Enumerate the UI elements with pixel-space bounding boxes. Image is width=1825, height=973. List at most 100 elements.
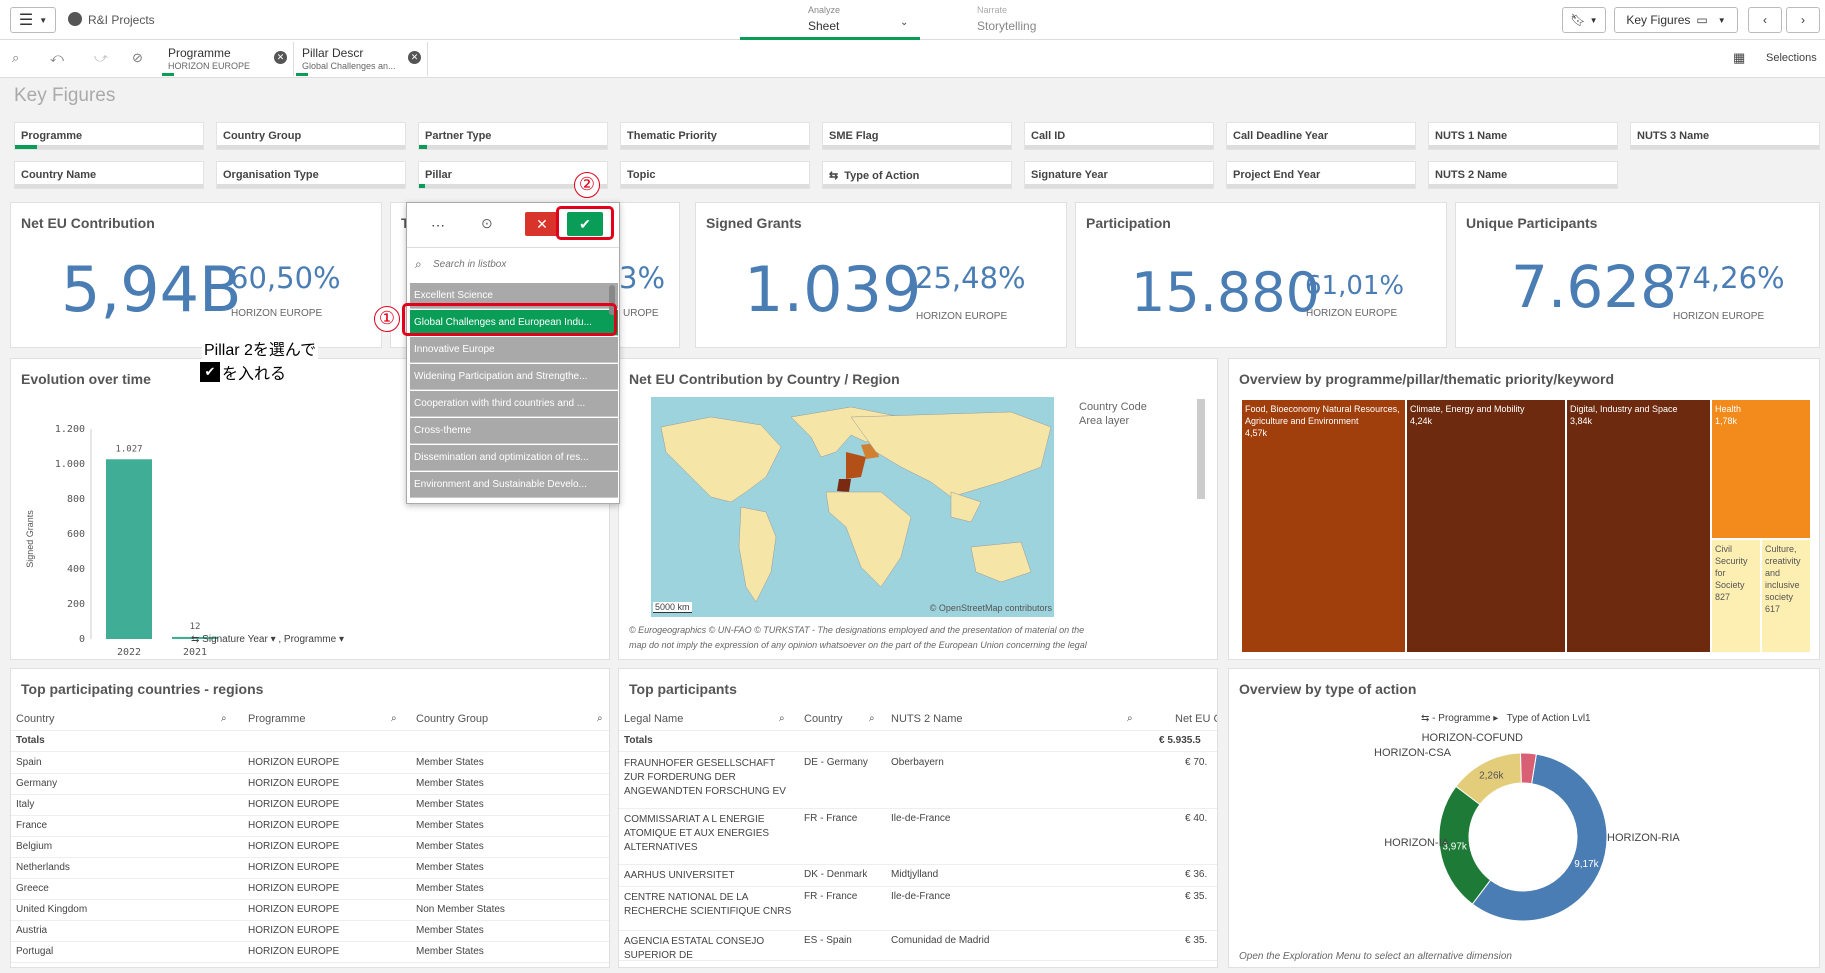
table-row[interactable]: FRAUNHOFER GESELLSCHAFT ZUR FORDERUNG DE… <box>619 753 1217 809</box>
header-net-eu[interactable]: Net EU C <box>1175 713 1217 725</box>
main-menu-button[interactable]: ☰ ▼ <box>10 7 56 33</box>
table-row[interactable]: Austria HORIZON EUROPE Member States <box>11 921 609 942</box>
filter-topic[interactable]: Topic <box>620 161 810 189</box>
filter-type-of-action[interactable]: ⇆ Type of Action <box>822 161 1012 189</box>
table-row[interactable]: France HORIZON EUROPE Member States <box>11 816 609 837</box>
more-options-icon[interactable]: ⋯ <box>431 217 445 234</box>
legend-scrollbar[interactable] <box>1197 399 1205 499</box>
filter-signature-year[interactable]: Signature Year <box>1024 161 1214 189</box>
treemap-cell[interactable]: Climate, Energy and Mobility 4,24k <box>1406 399 1566 653</box>
step-back-icon[interactable]: ⤺ <box>50 50 64 66</box>
filter-partner-type[interactable]: Partner Type <box>418 122 608 150</box>
bar[interactable] <box>106 459 152 639</box>
filter-sme-flag[interactable]: SME Flag <box>822 122 1012 150</box>
bookmark-button[interactable]: 🔖︎ ▼ <box>1562 7 1606 33</box>
listbox-search-input[interactable] <box>433 253 603 275</box>
action-panel[interactable]: Overview by type of action ⇆ - Programme… <box>1228 668 1820 968</box>
filter-nuts-2-name[interactable]: NUTS 2 Name <box>1428 161 1618 189</box>
kpi-unique-participants[interactable]: Unique Participants 7.628 74,26% HORIZON… <box>1455 202 1820 348</box>
treemap-cell[interactable]: Food, Bioeconomy Natural Resources, Agri… <box>1241 399 1406 653</box>
filter-project-end-year[interactable]: Project End Year <box>1226 161 1416 189</box>
table-row[interactable]: AARHUS UNIVERSITET DK - Denmark Midtjyllan… <box>619 865 1217 887</box>
listbox-item[interactable]: Cross-theme <box>410 418 618 444</box>
next-sheet-button[interactable]: › <box>1786 7 1820 33</box>
treemap-cell[interactable]: Culture, creativity and inclusive societ… <box>1761 539 1811 653</box>
header-legal-name[interactable]: Legal Name <box>624 713 683 725</box>
selection-tool-icon[interactable]: ⊙ <box>481 215 493 232</box>
header-country-group[interactable]: Country Group <box>416 713 488 725</box>
previous-sheet-button[interactable]: ‹ <box>1748 7 1782 33</box>
header-country[interactable]: Country <box>16 713 55 725</box>
header-programme[interactable]: Programme <box>248 713 305 725</box>
filter-label: NUTS 2 Name <box>1435 169 1508 181</box>
header-country[interactable]: Country <box>804 713 843 725</box>
filter-programme[interactable]: Programme <box>14 122 204 150</box>
table-row[interactable]: Portugal HORIZON EUROPE Member States <box>11 942 609 963</box>
filter-country-group[interactable]: Country Group <box>216 122 406 150</box>
selections-icon[interactable]: ▦ <box>1733 50 1745 66</box>
listbox-item[interactable]: Dissemination and optimization of res... <box>410 445 618 471</box>
filter-call-id[interactable]: Call ID <box>1024 122 1214 150</box>
chevron-down-icon[interactable]: ⌄ <box>900 17 908 28</box>
tab-analyze[interactable]: Analyze Sheet ⌄ <box>740 0 920 40</box>
filter-nuts-3-name[interactable]: NUTS 3 Name <box>1630 122 1820 150</box>
table-row[interactable]: AGENCIA ESTATAL CONSEJO SUPERIOR DE ES - … <box>619 931 1217 961</box>
action-donut-chart[interactable]: 9,17k3,97k2,26kHORIZON-RIAHORIZON-IAHORI… <box>1229 729 1819 939</box>
selections-button[interactable]: Selections <box>1766 52 1817 64</box>
dimension-control[interactable]: ⇆ - Programme ▸ Type of Action Lvl1 <box>1421 713 1591 724</box>
search-icon[interactable]: ⌕ <box>597 713 603 724</box>
filter-country-name[interactable]: Country Name <box>14 161 204 189</box>
kpi-signed-grants[interactable]: Signed Grants 1.039 25,48% HORIZON EUROP… <box>695 202 1067 348</box>
tab-narrate[interactable]: Narrate Storytelling <box>925 0 1085 40</box>
listbox-item[interactable]: Innovative Europe <box>410 337 618 363</box>
search-icon[interactable]: ⌕ <box>779 713 785 724</box>
selection-chip-pillar[interactable]: Pillar Descr Global Challenges an... ✕ <box>296 42 428 76</box>
table-row[interactable]: United Kingdom HORIZON EUROPE Non Member S… <box>11 900 609 921</box>
header-nuts2[interactable]: NUTS 2 Name <box>891 713 963 725</box>
table-row[interactable]: COMMISSARIAT A L ENERGIE ATOMIQUE ET AUX… <box>619 809 1217 865</box>
panel-title: Top participants <box>629 681 737 697</box>
close-icon[interactable]: ✕ <box>408 51 421 64</box>
kpi-net-eu-contribution[interactable]: Net EU Contribution 5,94B 60,50% HORIZON… <box>10 202 382 348</box>
slice-name-label: HORIZON-RIA <box>1607 832 1680 844</box>
table-row[interactable]: CENTRE NATIONAL DE LA RECHERCHE SCIENTIF… <box>619 887 1217 931</box>
filter-thematic-priority[interactable]: Thematic Priority <box>620 122 810 150</box>
map-canvas[interactable]: 5000 km © OpenStreetMap contributors <box>651 397 1054 617</box>
smart-search-icon[interactable]: ⌕ <box>12 50 19 66</box>
treemap-chart[interactable]: Food, Bioeconomy Natural Resources, Agri… <box>1241 399 1811 653</box>
treemap-cell[interactable]: Health 1,78k <box>1711 399 1811 539</box>
selection-chip-programme[interactable]: Programme HORIZON EUROPE ✕ <box>162 42 294 76</box>
map-panel[interactable]: Net EU Contribution by Country / Region … <box>618 358 1218 660</box>
table-row[interactable]: Belgium HORIZON EUROPE Member States <box>11 837 609 858</box>
search-icon[interactable]: ⌕ <box>869 713 875 724</box>
treemap-panel[interactable]: Overview by programme/pillar/thematic pr… <box>1228 358 1820 660</box>
filter-nuts-1-name[interactable]: NUTS 1 Name <box>1428 122 1618 150</box>
sheet-selector[interactable]: Key Figures ▭ ▼ <box>1614 7 1738 33</box>
x-dimension-control[interactable]: ⇆ Signature Year ▾ , Programme ▾ <box>191 634 344 645</box>
search-icon[interactable]: ⌕ <box>221 713 227 724</box>
clear-all-icon[interactable]: ⊘ <box>132 50 143 66</box>
listbox-item[interactable]: Environment and Sustainable Develo... <box>410 472 618 498</box>
annotation-text-2-label: を入れる <box>222 366 287 383</box>
filter-organisation-type[interactable]: Organisation Type <box>216 161 406 189</box>
countries-panel[interactable]: Top participating countries - regions Co… <box>10 668 610 968</box>
table-row[interactable]: Spain HORIZON EUROPE Member States <box>11 753 609 774</box>
table-row[interactable]: Netherlands HORIZON EUROPE Member States <box>11 858 609 879</box>
kpi-participation[interactable]: Participation 15.880 61,01% HORIZON EURO… <box>1075 202 1447 348</box>
table-row[interactable]: Germany HORIZON EUROPE Member States <box>11 774 609 795</box>
treemap-cell[interactable]: Digital, Industry and Space 3,84k <box>1566 399 1711 653</box>
table-row[interactable]: Greece HORIZON EUROPE Member States <box>11 879 609 900</box>
participants-panel[interactable]: Top participants Legal Name ⌕ Country ⌕ NU… <box>618 668 1218 968</box>
search-icon[interactable]: ⌕ <box>1127 713 1133 724</box>
search-icon[interactable]: ⌕ <box>391 713 397 724</box>
filter-call-deadline-year[interactable]: Call Deadline Year <box>1226 122 1416 150</box>
treemap-cell[interactable]: Civil Security for Society 827 <box>1711 539 1761 653</box>
table-cell: HORIZON EUROPE <box>248 841 340 852</box>
listbox-item[interactable]: Widening Participation and Strengthe... <box>410 364 618 390</box>
chip-value: Global Challenges an... <box>302 61 396 71</box>
step-forward-icon[interactable]: ⤻ <box>94 50 108 66</box>
close-icon[interactable]: ✕ <box>274 51 287 64</box>
table-row[interactable]: Italy HORIZON EUROPE Member States <box>11 795 609 816</box>
cancel-selection-button[interactable]: ✕ <box>525 212 559 236</box>
listbox-item[interactable]: Cooperation with third countries and ... <box>410 391 618 417</box>
